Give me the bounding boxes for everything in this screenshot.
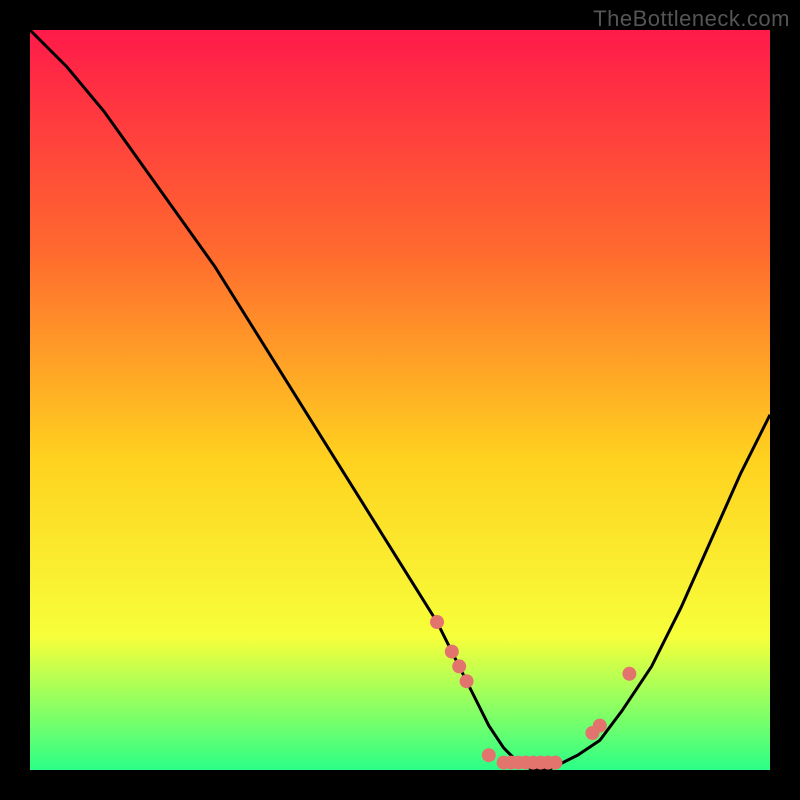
data-marker (482, 748, 496, 762)
data-marker (445, 645, 459, 659)
data-marker (430, 615, 444, 629)
data-marker (593, 719, 607, 733)
data-marker (548, 756, 562, 770)
plot-area (30, 30, 770, 770)
bottleneck-chart (30, 30, 770, 770)
data-marker (452, 659, 466, 673)
chart-frame: TheBottleneck.com (0, 0, 800, 800)
data-marker (460, 674, 474, 688)
watermark-text: TheBottleneck.com (593, 6, 790, 32)
gradient-background (30, 30, 770, 770)
data-marker (622, 667, 636, 681)
